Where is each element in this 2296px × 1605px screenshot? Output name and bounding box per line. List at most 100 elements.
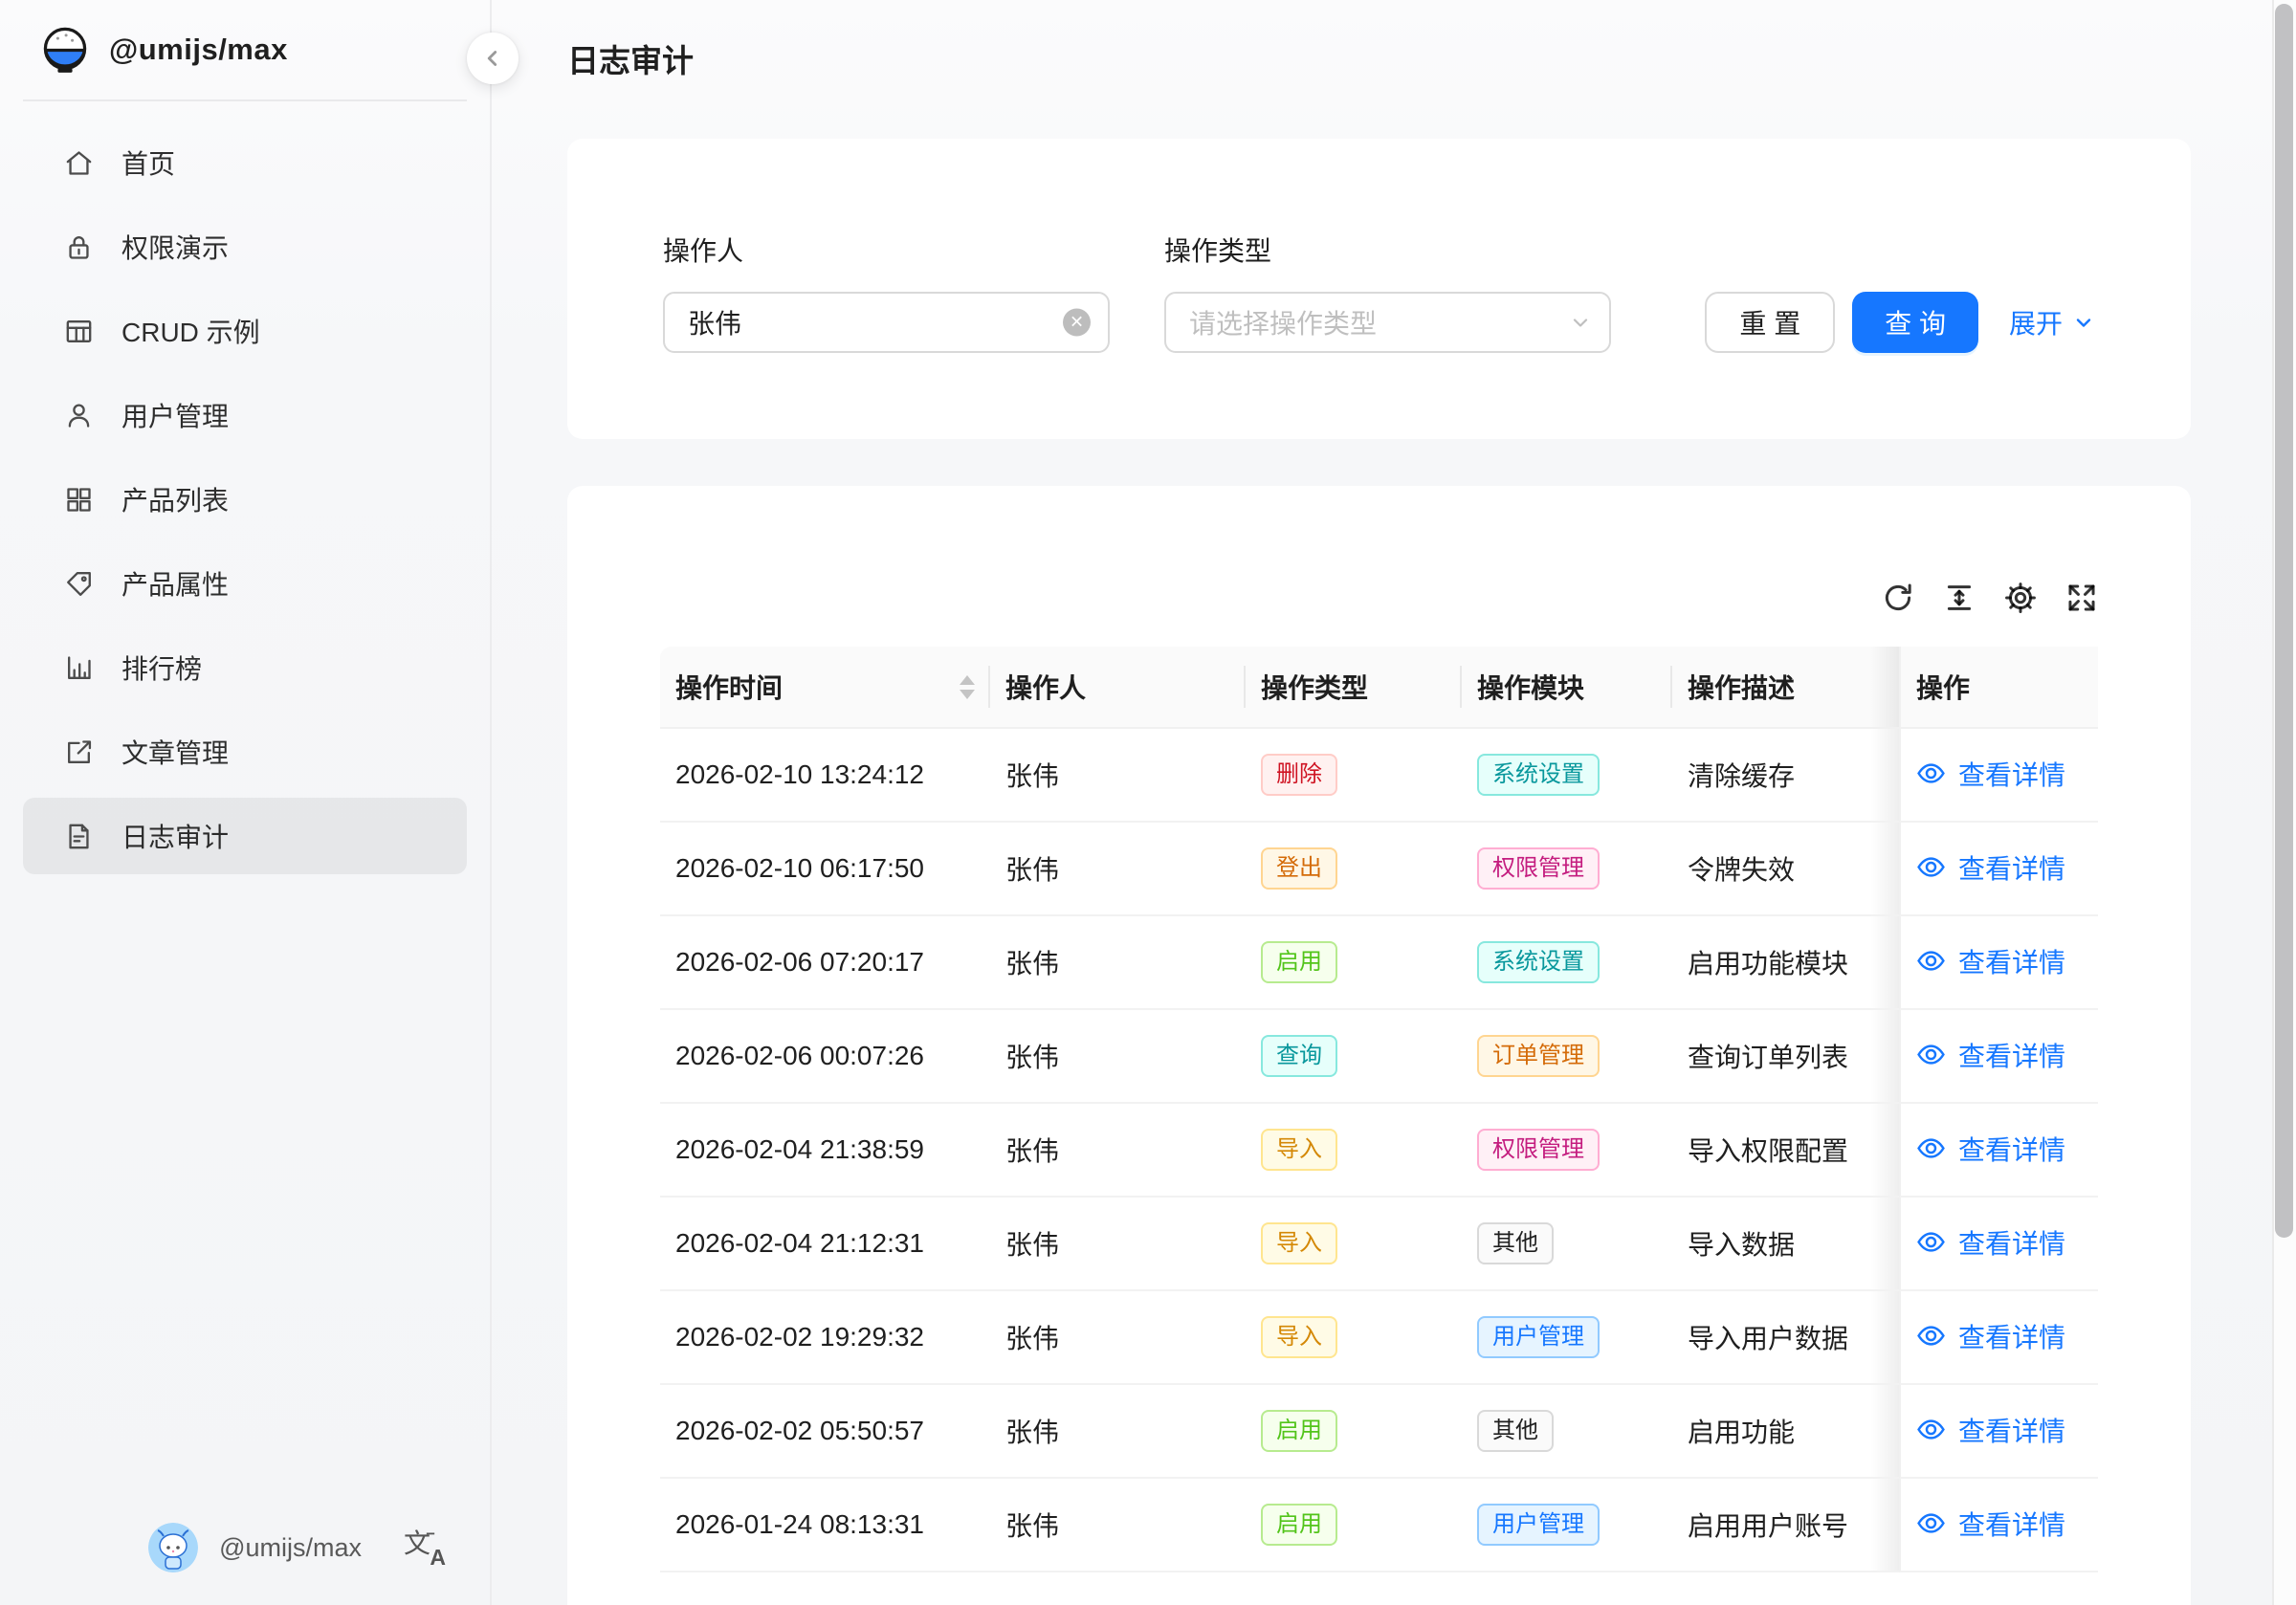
reset-button[interactable]: 重 置 — [1705, 292, 1835, 353]
operation-type-select[interactable]: 请选择操作类型 — [1164, 292, 1611, 353]
table-body: 2026-02-10 13:24:12张伟删除系统设置清除缓存查看详情2026-… — [660, 729, 2098, 1572]
operation-type-tag: 导入 — [1261, 1222, 1337, 1264]
clear-input-icon[interactable]: ✕ — [1063, 309, 1091, 337]
operation-module-tag: 订单管理 — [1477, 1035, 1600, 1077]
table-row: 2026-02-10 13:24:12张伟删除系统设置清除缓存查看详情 — [660, 729, 2098, 823]
view-detail-link[interactable]: 查看详情 — [1916, 1036, 2065, 1074]
cell-operator: 张伟 — [990, 729, 1246, 823]
sidebar-item-articles[interactable]: 文章管理 — [23, 714, 467, 790]
view-detail-link[interactable]: 查看详情 — [1916, 755, 2065, 793]
reload-icon[interactable] — [1882, 582, 1914, 614]
cell-operation-module: 系统设置 — [1462, 916, 1672, 1010]
operation-module-tag: 其他 — [1477, 1222, 1554, 1264]
cell-operation-desc: 清除缓存 — [1672, 729, 1899, 823]
cell-operation-desc: 令牌失效 — [1672, 823, 1899, 916]
brand[interactable]: @umijs/max — [0, 0, 490, 99]
view-detail-link[interactable]: 查看详情 — [1916, 1505, 2065, 1543]
operation-type-tag: 启用 — [1261, 1410, 1337, 1452]
language-switch-icon[interactable]: 文̄ A — [404, 1527, 446, 1569]
query-button[interactable]: 查 询 — [1852, 292, 1978, 353]
sidebar-item-crud[interactable]: CRUD 示例 — [23, 293, 467, 369]
operation-module-tag: 用户管理 — [1477, 1316, 1600, 1358]
cell-operation-desc: 导入用户数据 — [1672, 1291, 1899, 1385]
sidebar-item-ranking[interactable]: 排行榜 — [23, 629, 467, 706]
main-content: 日志审计 操作人 ✕ 操作类型 请选择操作类型 重 置 — [494, 0, 2296, 1605]
sidebar-item-users[interactable]: 用户管理 — [23, 377, 467, 453]
bar-chart-icon — [63, 652, 95, 684]
scrollbar-track — [2272, 0, 2296, 1605]
view-detail-link[interactable]: 查看详情 — [1916, 1130, 2065, 1168]
column-height-icon[interactable] — [1943, 582, 1976, 614]
table-row: 2026-02-02 19:29:32张伟导入用户管理导入用户数据查看详情 — [660, 1291, 2098, 1385]
operator-input-wrapper: ✕ — [663, 292, 1110, 353]
sidebar-item-label: 用户管理 — [121, 396, 229, 434]
eye-icon — [1916, 759, 1946, 788]
settings-gear-icon[interactable] — [2004, 582, 2037, 614]
operator-input[interactable] — [688, 307, 1054, 338]
operation-module-tag: 系统设置 — [1477, 941, 1600, 983]
eye-icon — [1916, 1133, 1946, 1163]
eye-icon — [1916, 1415, 1946, 1444]
table-row: 2026-02-02 05:50:57张伟启用其他启用功能查看详情 — [660, 1385, 2098, 1479]
cell-operation-desc: 启用功能 — [1672, 1385, 1899, 1479]
operation-type-tag: 导入 — [1261, 1316, 1337, 1358]
cell-operator: 张伟 — [990, 1104, 1246, 1198]
cell-operator: 张伟 — [990, 1010, 1246, 1104]
sidebar-item-label: 首页 — [121, 143, 175, 182]
query-filter-card: 操作人 ✕ 操作类型 请选择操作类型 重 置 查 询 — [567, 139, 2191, 439]
cell-operation-type: 登出 — [1246, 823, 1462, 916]
eye-icon — [1916, 1040, 1946, 1069]
column-header-time[interactable]: 操作时间 — [660, 647, 990, 729]
view-detail-link[interactable]: 查看详情 — [1916, 942, 2065, 980]
eye-icon — [1916, 1508, 1946, 1538]
column-header-action: 操作 — [1899, 647, 2098, 729]
cell-operator: 张伟 — [990, 916, 1246, 1010]
operation-type-tag: 启用 — [1261, 1504, 1337, 1546]
sidebar-item-log-audit[interactable]: 日志审计 — [23, 798, 467, 874]
app-window: @umijs/max 首页权限演示CRUD 示例用户管理产品列表产品属性排行榜文… — [0, 0, 2296, 1605]
operation-type-field: 操作类型 请选择操作类型 — [1164, 231, 1611, 439]
table-icon — [63, 316, 95, 347]
appstore-icon — [63, 484, 95, 516]
cell-operation-type: 查询 — [1246, 1010, 1462, 1104]
cell-operation-time: 2026-02-10 06:17:50 — [660, 823, 990, 916]
cell-operator: 张伟 — [990, 1291, 1246, 1385]
sort-carets-icon[interactable] — [960, 675, 975, 699]
cell-action: 查看详情 — [1899, 1104, 2098, 1198]
cell-operation-time: 2026-02-04 21:38:59 — [660, 1104, 990, 1198]
cell-operation-desc: 导入权限配置 — [1672, 1104, 1899, 1198]
sidebar-item-product-attrs[interactable]: 产品属性 — [23, 545, 467, 622]
sidebar-item-product-list[interactable]: 产品列表 — [23, 461, 467, 538]
view-detail-link[interactable]: 查看详情 — [1916, 1317, 2065, 1355]
sidebar-item-home[interactable]: 首页 — [23, 124, 467, 201]
cell-action: 查看详情 — [1899, 1479, 2098, 1572]
view-detail-link[interactable]: 查看详情 — [1916, 1223, 2065, 1262]
view-detail-link[interactable]: 查看详情 — [1916, 848, 2065, 887]
fullscreen-icon[interactable] — [2065, 582, 2098, 614]
cell-operation-desc: 启用用户账号 — [1672, 1479, 1899, 1572]
sidebar-item-permission[interactable]: 权限演示 — [23, 209, 467, 285]
cell-action: 查看详情 — [1899, 823, 2098, 916]
view-detail-link[interactable]: 查看详情 — [1916, 1411, 2065, 1449]
log-table-card: 操作时间操作人操作类型操作模块操作描述操作 2026-02-10 13:24:1… — [567, 486, 2191, 1605]
filter-actions: 重 置 查 询 展开 — [1705, 292, 2095, 353]
operation-module-tag: 用户管理 — [1477, 1504, 1600, 1546]
operator-label: 操作人 — [663, 231, 1110, 269]
cell-operation-type: 导入 — [1246, 1198, 1462, 1291]
expand-link[interactable]: 展开 — [2009, 303, 2095, 341]
cell-action: 查看详情 — [1899, 1385, 2098, 1479]
table-header-row: 操作时间操作人操作类型操作模块操作描述操作 — [660, 647, 2098, 729]
scrollbar-thumb[interactable] — [2275, 4, 2293, 1238]
cell-operator: 张伟 — [990, 823, 1246, 916]
sidebar: @umijs/max 首页权限演示 CRUD 示例用户管理产品列表产品属性排行榜文… — [0, 0, 492, 1605]
cell-operation-module: 权限管理 — [1462, 1104, 1672, 1198]
cell-operation-type: 启用 — [1246, 1479, 1462, 1572]
user-avatar[interactable] — [148, 1523, 198, 1572]
cell-action: 查看详情 — [1899, 1010, 2098, 1104]
table-row: 2026-02-06 07:20:17张伟启用系统设置启用功能模块查看详情 — [660, 916, 2098, 1010]
sidebar-item-label: CRUD 示例 — [121, 312, 260, 350]
sidebar-collapse-button[interactable] — [467, 33, 519, 84]
cell-operation-type: 导入 — [1246, 1104, 1462, 1198]
chevron-left-icon — [480, 46, 505, 71]
eye-icon — [1916, 1321, 1946, 1351]
